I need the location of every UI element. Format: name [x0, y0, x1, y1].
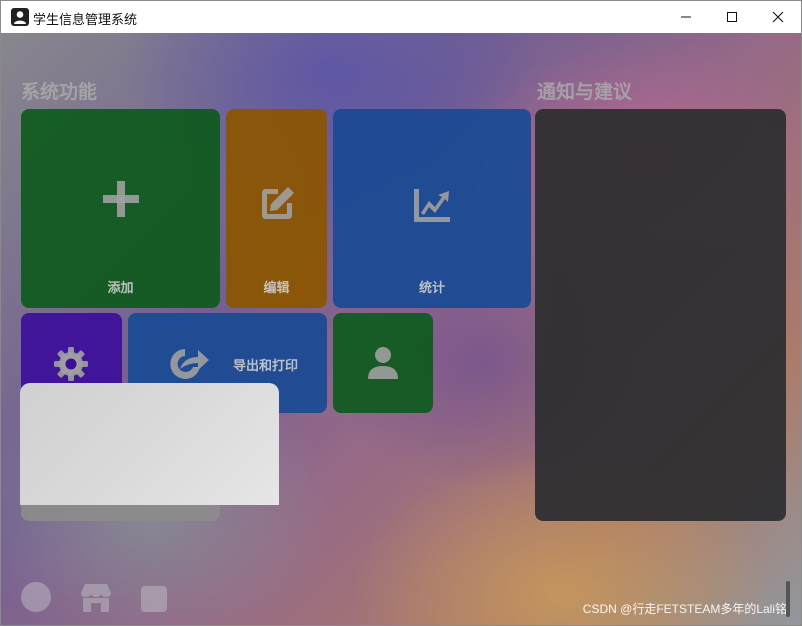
title-bar[interactable]: 学生信息管理系统	[1, 1, 801, 33]
app-user-icon	[11, 8, 29, 26]
add-tile[interactable]: 添加	[21, 109, 220, 308]
chart-icon	[414, 189, 450, 222]
popup-overlay[interactable]	[20, 383, 279, 505]
stats-tile[interactable]: 统计	[333, 109, 531, 308]
notice-panel[interactable]	[535, 109, 786, 521]
watermark-text: CSDN @行走FETSTEAM多年的Lali铭	[582, 602, 787, 616]
app-window: 学生信息管理系统 系统功能 通知与建议 添加 编辑 统计 导出和打印 CSDN …	[0, 0, 802, 626]
functions-heading: 系统功能	[21, 81, 98, 103]
window-title: 学生信息管理系统	[33, 13, 138, 28]
user-tile[interactable]	[333, 313, 433, 413]
store-icon[interactable]	[79, 583, 113, 613]
share-icon	[170, 349, 209, 379]
circle-icon[interactable]	[20, 581, 52, 613]
close-button[interactable]	[755, 1, 801, 33]
plus-icon	[103, 181, 139, 217]
minimize-icon	[681, 16, 691, 18]
edit-icon	[262, 187, 294, 219]
add-label: 添加	[107, 281, 134, 296]
edit-tile[interactable]: 编辑	[226, 109, 327, 308]
notice-heading: 通知与建议	[537, 81, 633, 103]
maximize-button[interactable]	[709, 1, 755, 33]
export-label: 导出和打印	[233, 359, 299, 374]
person-icon	[368, 347, 398, 379]
square-icon[interactable]	[140, 585, 168, 613]
edit-label: 编辑	[263, 281, 290, 296]
close-icon	[772, 11, 784, 23]
minimize-button[interactable]	[663, 1, 709, 33]
maximize-icon	[727, 12, 737, 22]
main-content: 系统功能 通知与建议 添加 编辑 统计 导出和打印 CSDN @行走FETSTE…	[1, 33, 801, 625]
gear-icon	[54, 347, 88, 381]
stats-label: 统计	[418, 281, 445, 296]
